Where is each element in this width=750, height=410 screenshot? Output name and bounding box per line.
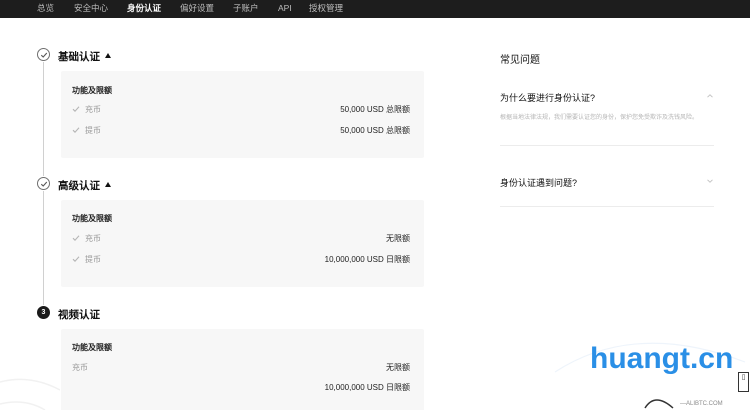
limit-row: 10,000,000 USD 日限额 (72, 382, 410, 394)
limit-row: 充币 50,000 USD 总限额 (72, 104, 410, 116)
faq-question-why-verify[interactable]: 为什么要进行身份认证? (500, 91, 595, 104)
limit-value: 10,000,000 USD 日限额 (324, 383, 410, 392)
timeline-line (43, 191, 44, 305)
limit-value: 10,000,000 USD 日限额 (324, 255, 410, 264)
limit-value: 50,000 USD 总限额 (340, 105, 410, 114)
top-nav: 总览 安全中心 身份认证 偏好设置 子账户 API 授权管理 (0, 0, 750, 18)
watermark-seal-icon: ▯ (738, 372, 749, 392)
function-label: 提币 (85, 126, 101, 135)
step-title-advanced: 高级认证 (58, 178, 111, 193)
step-complete-icon (37, 177, 50, 190)
collapse-caret-icon[interactable] (105, 182, 111, 187)
limit-row: 充币 无限额 (72, 362, 410, 374)
step-complete-icon (37, 48, 50, 61)
nav-preferences[interactable]: 偏好设置 (180, 0, 214, 18)
check-icon (72, 256, 80, 262)
limit-value: 无限额 (386, 234, 410, 243)
faq-title: 常见问题 (500, 55, 540, 66)
limit-value: 无限额 (386, 363, 410, 372)
faq-divider (500, 145, 714, 146)
nav-authorization[interactable]: 授权管理 (309, 0, 343, 18)
limits-card-basic: 功能及限额 充币 50,000 USD 总限额 提币 50,000 USD 总限… (61, 71, 424, 158)
card-heading: 功能及限额 (72, 86, 112, 95)
chevron-up-icon[interactable] (706, 92, 714, 100)
check-icon (72, 235, 80, 241)
nav-identity-verification[interactable]: 身份认证 (127, 0, 161, 18)
collapse-caret-icon[interactable] (105, 53, 111, 58)
function-label: 提币 (85, 255, 101, 264)
nav-api[interactable]: API (278, 0, 292, 18)
function-label: 充币 (85, 105, 101, 114)
limit-row: 提币 10,000,000 USD 日限额 (72, 254, 410, 266)
function-label: 充币 (72, 363, 88, 372)
step-title-video: 视频认证 (58, 309, 100, 321)
card-heading: 功能及限额 (72, 214, 112, 223)
timeline-line (43, 62, 44, 176)
nav-sub-accounts[interactable]: 子账户 (233, 0, 259, 18)
function-label: 充币 (85, 234, 101, 243)
limits-card-video: 功能及限额 充币 无限额 10,000,000 USD 日限额 (61, 329, 424, 410)
chevron-down-icon[interactable] (706, 177, 714, 185)
limits-card-advanced: 功能及限额 充币 无限额 提币 10,000,000 USD 日限额 (61, 200, 424, 287)
limit-row: 充币 无限额 (72, 233, 410, 245)
step-number-badge: 3 (37, 306, 50, 319)
nav-overview[interactable]: 总览 (37, 0, 54, 18)
watermark-subtitle: —ALIBTC.COM (680, 401, 723, 407)
nav-security-center[interactable]: 安全中心 (74, 0, 108, 18)
check-icon (72, 106, 80, 112)
decorative-arc (0, 378, 60, 410)
faq-answer: 根据当地法律法规，我们需要认证您的身份，保护您免受欺诈及洗钱风险。 (500, 115, 699, 121)
limit-row: 提币 50,000 USD 总限额 (72, 125, 410, 137)
watermark-logo: huangt.cn (590, 342, 734, 375)
faq-divider (500, 206, 714, 207)
check-icon (72, 127, 80, 133)
step-title-basic: 基础认证 (58, 49, 111, 64)
faq-question-problems[interactable]: 身份认证遇到问题? (500, 176, 577, 189)
card-heading: 功能及限额 (72, 343, 112, 352)
limit-value: 50,000 USD 总限额 (340, 126, 410, 135)
